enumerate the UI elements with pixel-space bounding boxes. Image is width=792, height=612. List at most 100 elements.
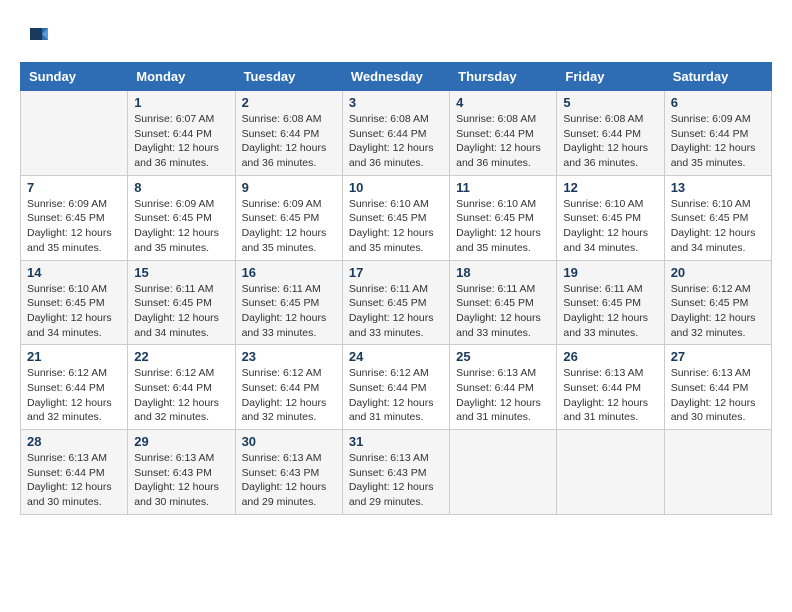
calendar-cell: 20 Sunrise: 6:12 AMSunset: 6:45 PMDayligh… [664,260,771,345]
day-number: 16 [242,265,336,280]
day-info: Sunrise: 6:13 AMSunset: 6:44 PMDaylight:… [563,366,657,425]
calendar-cell: 4 Sunrise: 6:08 AMSunset: 6:44 PMDaylight… [450,91,557,176]
day-info: Sunrise: 6:10 AMSunset: 6:45 PMDaylight:… [456,197,550,256]
logo-icon [20,20,52,52]
calendar-week-row: 28Sunrise: 6:13 AMSunset: 6:44 PMDayligh… [21,430,772,515]
calendar-cell [557,430,664,515]
day-info: Sunrise: 6:10 AMSunset: 6:45 PMDaylight:… [349,197,443,256]
day-number: 30 [242,434,336,449]
logo [20,20,56,52]
calendar-cell: 18 Sunrise: 6:11 AMSunset: 6:45 PMDayligh… [450,260,557,345]
day-info: Sunrise: 6:08 AMSunset: 6:44 PMDaylight:… [242,112,336,171]
day-info: Sunrise: 6:07 AMSunset: 6:44 PMDaylight:… [134,112,228,171]
calendar-cell [664,430,771,515]
calendar-week-row: 7 Sunrise: 6:09 AMSunset: 6:45 PMDaylight… [21,175,772,260]
day-of-week-header: Saturday [664,63,771,91]
calendar-cell: 7 Sunrise: 6:09 AMSunset: 6:45 PMDaylight… [21,175,128,260]
day-info: Sunrise: 6:08 AMSunset: 6:44 PMDaylight:… [456,112,550,171]
calendar-week-row: 1 Sunrise: 6:07 AMSunset: 6:44 PMDaylight… [21,91,772,176]
day-number: 7 [27,180,121,195]
calendar-cell: 9 Sunrise: 6:09 AMSunset: 6:45 PMDaylight… [235,175,342,260]
day-number: 15 [134,265,228,280]
day-number: 3 [349,95,443,110]
calendar-week-row: 14 Sunrise: 6:10 AMSunset: 6:45 PMDayligh… [21,260,772,345]
calendar-cell: 12 Sunrise: 6:10 AMSunset: 6:45 PMDayligh… [557,175,664,260]
day-number: 9 [242,180,336,195]
day-of-week-header: Tuesday [235,63,342,91]
calendar-week-row: 21 Sunrise: 6:12 AMSunset: 6:44 PMDayligh… [21,345,772,430]
calendar-cell: 5 Sunrise: 6:08 AMSunset: 6:44 PMDaylight… [557,91,664,176]
calendar-cell: 1 Sunrise: 6:07 AMSunset: 6:44 PMDaylight… [128,91,235,176]
day-number: 23 [242,349,336,364]
day-of-week-header: Wednesday [342,63,449,91]
calendar-cell: 21 Sunrise: 6:12 AMSunset: 6:44 PMDayligh… [21,345,128,430]
day-number: 10 [349,180,443,195]
day-info: Sunrise: 6:09 AMSunset: 6:45 PMDaylight:… [27,197,121,256]
calendar-header-row: SundayMondayTuesdayWednesdayThursdayFrid… [21,63,772,91]
day-number: 29 [134,434,228,449]
day-info: Sunrise: 6:12 AMSunset: 6:44 PMDaylight:… [349,366,443,425]
day-number: 20 [671,265,765,280]
day-info: Sunrise: 6:11 AMSunset: 6:45 PMDaylight:… [456,282,550,341]
day-number: 1 [134,95,228,110]
calendar-cell: 3 Sunrise: 6:08 AMSunset: 6:44 PMDaylight… [342,91,449,176]
day-info: Sunrise: 6:09 AMSunset: 6:45 PMDaylight:… [134,197,228,256]
day-number: 17 [349,265,443,280]
day-info: Sunrise: 6:09 AMSunset: 6:44 PMDaylight:… [671,112,765,171]
day-number: 13 [671,180,765,195]
day-number: 11 [456,180,550,195]
calendar-cell: 30 Sunrise: 6:13 AMSunset: 6:43 PMDayligh… [235,430,342,515]
day-number: 12 [563,180,657,195]
calendar-cell: 14 Sunrise: 6:10 AMSunset: 6:45 PMDayligh… [21,260,128,345]
day-number: 25 [456,349,550,364]
day-info: Sunrise: 6:12 AMSunset: 6:45 PMDaylight:… [671,282,765,341]
day-number: 26 [563,349,657,364]
calendar-cell [450,430,557,515]
calendar-cell: 11 Sunrise: 6:10 AMSunset: 6:45 PMDayligh… [450,175,557,260]
day-info: Sunrise: 6:13 AMSunset: 6:43 PMDaylight:… [242,451,336,510]
calendar-cell: 25 Sunrise: 6:13 AMSunset: 6:44 PMDayligh… [450,345,557,430]
day-number: 8 [134,180,228,195]
calendar-cell: 31Sunrise: 6:13 AMSunset: 6:43 PMDayligh… [342,430,449,515]
day-number: 4 [456,95,550,110]
calendar-cell: 8 Sunrise: 6:09 AMSunset: 6:45 PMDaylight… [128,175,235,260]
day-info: Sunrise: 6:12 AMSunset: 6:44 PMDaylight:… [242,366,336,425]
day-number: 21 [27,349,121,364]
day-of-week-header: Monday [128,63,235,91]
calendar-cell: 28Sunrise: 6:13 AMSunset: 6:44 PMDayligh… [21,430,128,515]
day-info: Sunrise: 6:08 AMSunset: 6:44 PMDaylight:… [563,112,657,171]
calendar-table: SundayMondayTuesdayWednesdayThursdayFrid… [20,62,772,515]
calendar-cell: 19Sunrise: 6:11 AMSunset: 6:45 PMDayligh… [557,260,664,345]
calendar-cell [21,91,128,176]
calendar-cell: 13 Sunrise: 6:10 AMSunset: 6:45 PMDayligh… [664,175,771,260]
day-number: 24 [349,349,443,364]
day-number: 27 [671,349,765,364]
day-info: Sunrise: 6:13 AMSunset: 6:43 PMDaylight:… [349,451,443,510]
day-number: 5 [563,95,657,110]
calendar-cell: 16 Sunrise: 6:11 AMSunset: 6:45 PMDayligh… [235,260,342,345]
calendar-cell: 15Sunrise: 6:11 AMSunset: 6:45 PMDayligh… [128,260,235,345]
day-info: Sunrise: 6:10 AMSunset: 6:45 PMDaylight:… [671,197,765,256]
day-info: Sunrise: 6:09 AMSunset: 6:45 PMDaylight:… [242,197,336,256]
calendar-cell: 2Sunrise: 6:08 AMSunset: 6:44 PMDaylight… [235,91,342,176]
day-info: Sunrise: 6:10 AMSunset: 6:45 PMDaylight:… [563,197,657,256]
calendar-cell: 23 Sunrise: 6:12 AMSunset: 6:44 PMDayligh… [235,345,342,430]
day-info: Sunrise: 6:12 AMSunset: 6:44 PMDaylight:… [134,366,228,425]
day-info: Sunrise: 6:13 AMSunset: 6:44 PMDaylight:… [671,366,765,425]
calendar-cell: 24 Sunrise: 6:12 AMSunset: 6:44 PMDayligh… [342,345,449,430]
day-info: Sunrise: 6:12 AMSunset: 6:44 PMDaylight:… [27,366,121,425]
day-number: 18 [456,265,550,280]
calendar-cell: 27 Sunrise: 6:13 AMSunset: 6:44 PMDayligh… [664,345,771,430]
calendar-cell: 26 Sunrise: 6:13 AMSunset: 6:44 PMDayligh… [557,345,664,430]
page: SundayMondayTuesdayWednesdayThursdayFrid… [0,0,792,525]
day-info: Sunrise: 6:11 AMSunset: 6:45 PMDaylight:… [242,282,336,341]
day-number: 14 [27,265,121,280]
day-of-week-header: Sunday [21,63,128,91]
header [20,20,772,52]
day-info: Sunrise: 6:08 AMSunset: 6:44 PMDaylight:… [349,112,443,171]
calendar-cell: 29Sunrise: 6:13 AMSunset: 6:43 PMDayligh… [128,430,235,515]
day-info: Sunrise: 6:13 AMSunset: 6:44 PMDaylight:… [456,366,550,425]
day-number: 6 [671,95,765,110]
day-info: Sunrise: 6:11 AMSunset: 6:45 PMDaylight:… [349,282,443,341]
day-info: Sunrise: 6:10 AMSunset: 6:45 PMDaylight:… [27,282,121,341]
